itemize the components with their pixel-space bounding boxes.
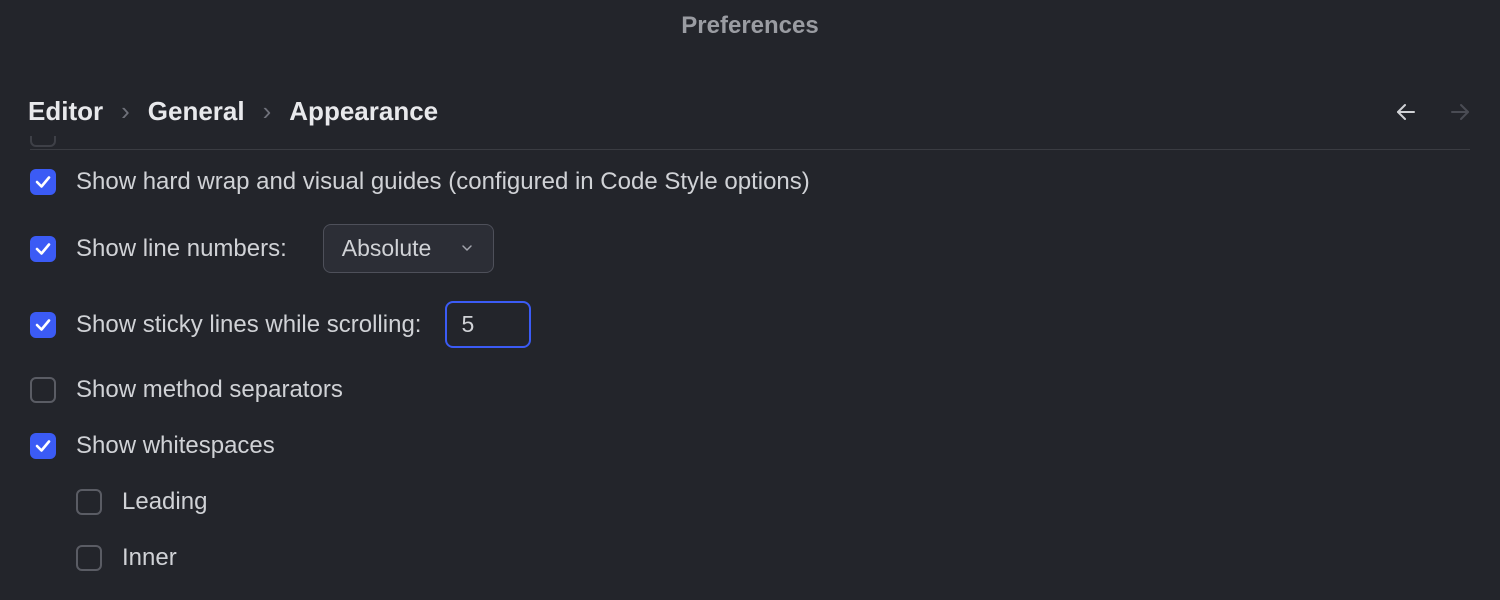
- arrow-right-icon: [1448, 100, 1472, 124]
- breadcrumb-appearance[interactable]: Appearance: [289, 96, 438, 127]
- label-method-separators: Show method separators: [76, 376, 343, 404]
- checkbox-line-numbers[interactable]: [30, 236, 56, 262]
- breadcrumb-row: Editor › General › Appearance: [0, 96, 1500, 127]
- label-line-numbers: Show line numbers:: [76, 235, 287, 263]
- check-icon: [34, 316, 52, 334]
- line-numbers-select-value: Absolute: [342, 235, 446, 262]
- forward-button[interactable]: [1448, 100, 1472, 124]
- window-title: Preferences: [0, 0, 1500, 40]
- arrow-left-icon: [1394, 100, 1418, 124]
- checkbox-hard-wrap[interactable]: [30, 169, 56, 195]
- setting-row-whitespaces: Show whitespaces: [30, 418, 1470, 474]
- back-button[interactable]: [1394, 100, 1418, 124]
- checkbox-leading[interactable]: [76, 489, 102, 515]
- setting-row-hard-wrap: Show hard wrap and visual guides (config…: [30, 154, 1470, 210]
- setting-row-cutoff: Use full line height caret: [30, 136, 1470, 154]
- check-icon: [34, 173, 52, 191]
- checkbox-inner[interactable]: [76, 545, 102, 571]
- sticky-lines-input[interactable]: [445, 301, 531, 348]
- label-inner: Inner: [122, 544, 177, 572]
- setting-row-inner: Inner: [30, 530, 1470, 586]
- setting-row-leading: Leading: [30, 474, 1470, 530]
- chevron-down-icon: [459, 236, 475, 262]
- checkbox-full-line-caret[interactable]: [30, 136, 56, 147]
- label-whitespaces: Show whitespaces: [76, 432, 275, 460]
- breadcrumb-general[interactable]: General: [148, 96, 245, 127]
- checkbox-method-separators[interactable]: [30, 377, 56, 403]
- label-sticky-lines: Show sticky lines while scrolling:: [76, 311, 421, 339]
- setting-row-line-numbers: Show line numbers: Absolute: [30, 210, 1470, 287]
- check-icon: [34, 437, 52, 455]
- setting-row-method-separators: Show method separators: [30, 362, 1470, 418]
- settings-content: Use full line height caret Show hard wra…: [0, 149, 1500, 586]
- line-numbers-select[interactable]: Absolute: [323, 224, 495, 273]
- label-hard-wrap: Show hard wrap and visual guides (config…: [76, 168, 810, 196]
- breadcrumb-separator: ›: [263, 96, 272, 127]
- breadcrumb-separator: ›: [121, 96, 130, 127]
- check-icon: [34, 240, 52, 258]
- setting-row-sticky-lines: Show sticky lines while scrolling:: [30, 287, 1470, 362]
- nav-arrows: [1394, 100, 1472, 124]
- checkbox-sticky-lines[interactable]: [30, 312, 56, 338]
- checkbox-whitespaces[interactable]: [30, 433, 56, 459]
- label-leading: Leading: [122, 488, 207, 516]
- breadcrumb-editor[interactable]: Editor: [28, 96, 103, 127]
- breadcrumb: Editor › General › Appearance: [28, 96, 438, 127]
